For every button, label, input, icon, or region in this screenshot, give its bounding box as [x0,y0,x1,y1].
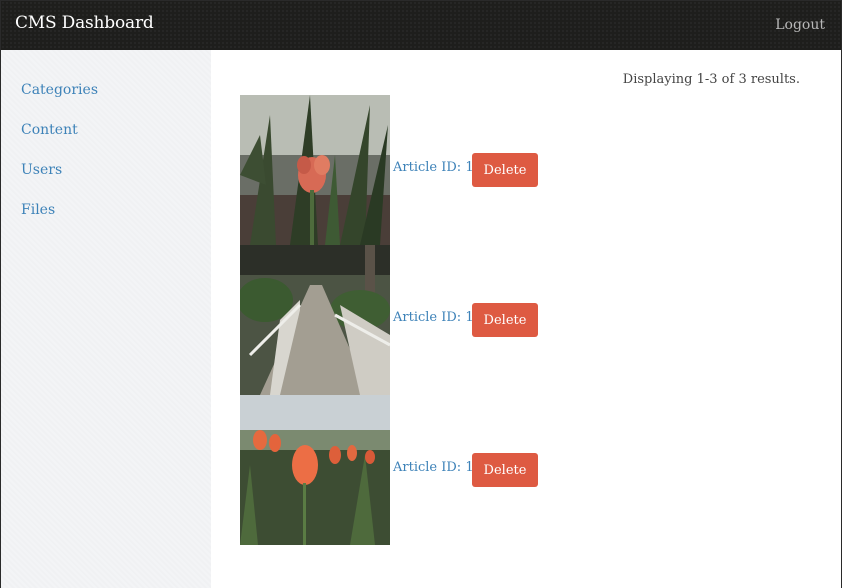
delete-button[interactable]: Delete [472,453,538,487]
sidebar-item-users[interactable]: Users [21,162,62,178]
results-summary: Displaying 1-3 of 3 results. [622,72,800,87]
delete-button[interactable]: Delete [472,303,538,337]
tulip-closeup-image [240,95,390,245]
logout-link[interactable]: Logout [775,17,825,33]
sidebar-item-files[interactable]: Files [21,202,55,218]
article-id-link[interactable]: Article ID: 1 [393,160,474,175]
delete-button[interactable]: Delete [472,153,538,187]
brand-title[interactable]: CMS Dashboard [15,13,154,33]
sidebar: Categories Content Users Files [1,50,211,588]
article-row: Article ID: 1 Delete [240,395,560,545]
article-id-link[interactable]: Article ID: 1 [393,460,474,475]
tulip-field-image [240,395,390,545]
tulip-closeup-thumbnail[interactable] [240,95,390,245]
main-content: Displaying 1-3 of 3 results. Article ID:… [211,50,841,588]
garden-bridge-image [240,245,390,395]
tulip-field-thumbnail[interactable] [240,395,390,545]
garden-bridge-thumbnail[interactable] [240,245,390,395]
article-id-link[interactable]: Article ID: 1 [393,310,474,325]
top-navbar: CMS Dashboard Logout [1,1,841,50]
sidebar-item-categories[interactable]: Categories [21,82,98,98]
article-row: Article ID: 1 Delete [240,245,560,395]
article-row: Article ID: 1 Delete [240,95,560,245]
sidebar-item-content[interactable]: Content [21,122,78,138]
